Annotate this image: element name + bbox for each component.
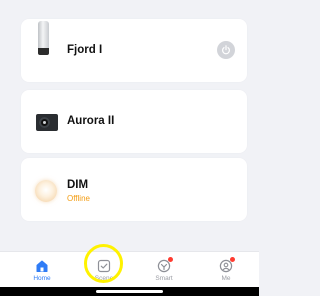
- device-status: Offline: [67, 194, 90, 203]
- bottom-tab-bar: Home Scene Smart Me: [0, 251, 259, 287]
- tab-home[interactable]: Home: [22, 256, 62, 286]
- home-icon: [36, 260, 48, 272]
- home-indicator[interactable]: [96, 290, 163, 293]
- tab-label: Scene: [94, 275, 114, 282]
- tab-label: Smart: [155, 275, 173, 282]
- water-heater-image: [38, 21, 49, 55]
- device-card-aurora[interactable]: Aurora II: [21, 90, 247, 153]
- device-name: Aurora II: [67, 115, 115, 127]
- notification-badge: [168, 257, 173, 262]
- device-name: Fjord I: [67, 44, 103, 56]
- lamp-image: [35, 180, 57, 202]
- tab-label: Home: [33, 275, 51, 282]
- tab-me[interactable]: Me: [206, 256, 246, 286]
- heat-pump-image: [36, 114, 58, 131]
- device-name: DIM: [67, 179, 89, 191]
- device-card-dim[interactable]: DIM Offline: [21, 158, 247, 221]
- power-button[interactable]: [217, 41, 235, 59]
- tab-label: Me: [221, 275, 231, 282]
- power-icon: [222, 45, 230, 55]
- device-card-fjord[interactable]: Fjord I: [21, 19, 247, 82]
- scene-icon: [97, 259, 111, 273]
- tab-smart[interactable]: Smart: [144, 256, 184, 286]
- notification-badge: [230, 257, 235, 262]
- tab-scene[interactable]: Scene: [84, 256, 124, 286]
